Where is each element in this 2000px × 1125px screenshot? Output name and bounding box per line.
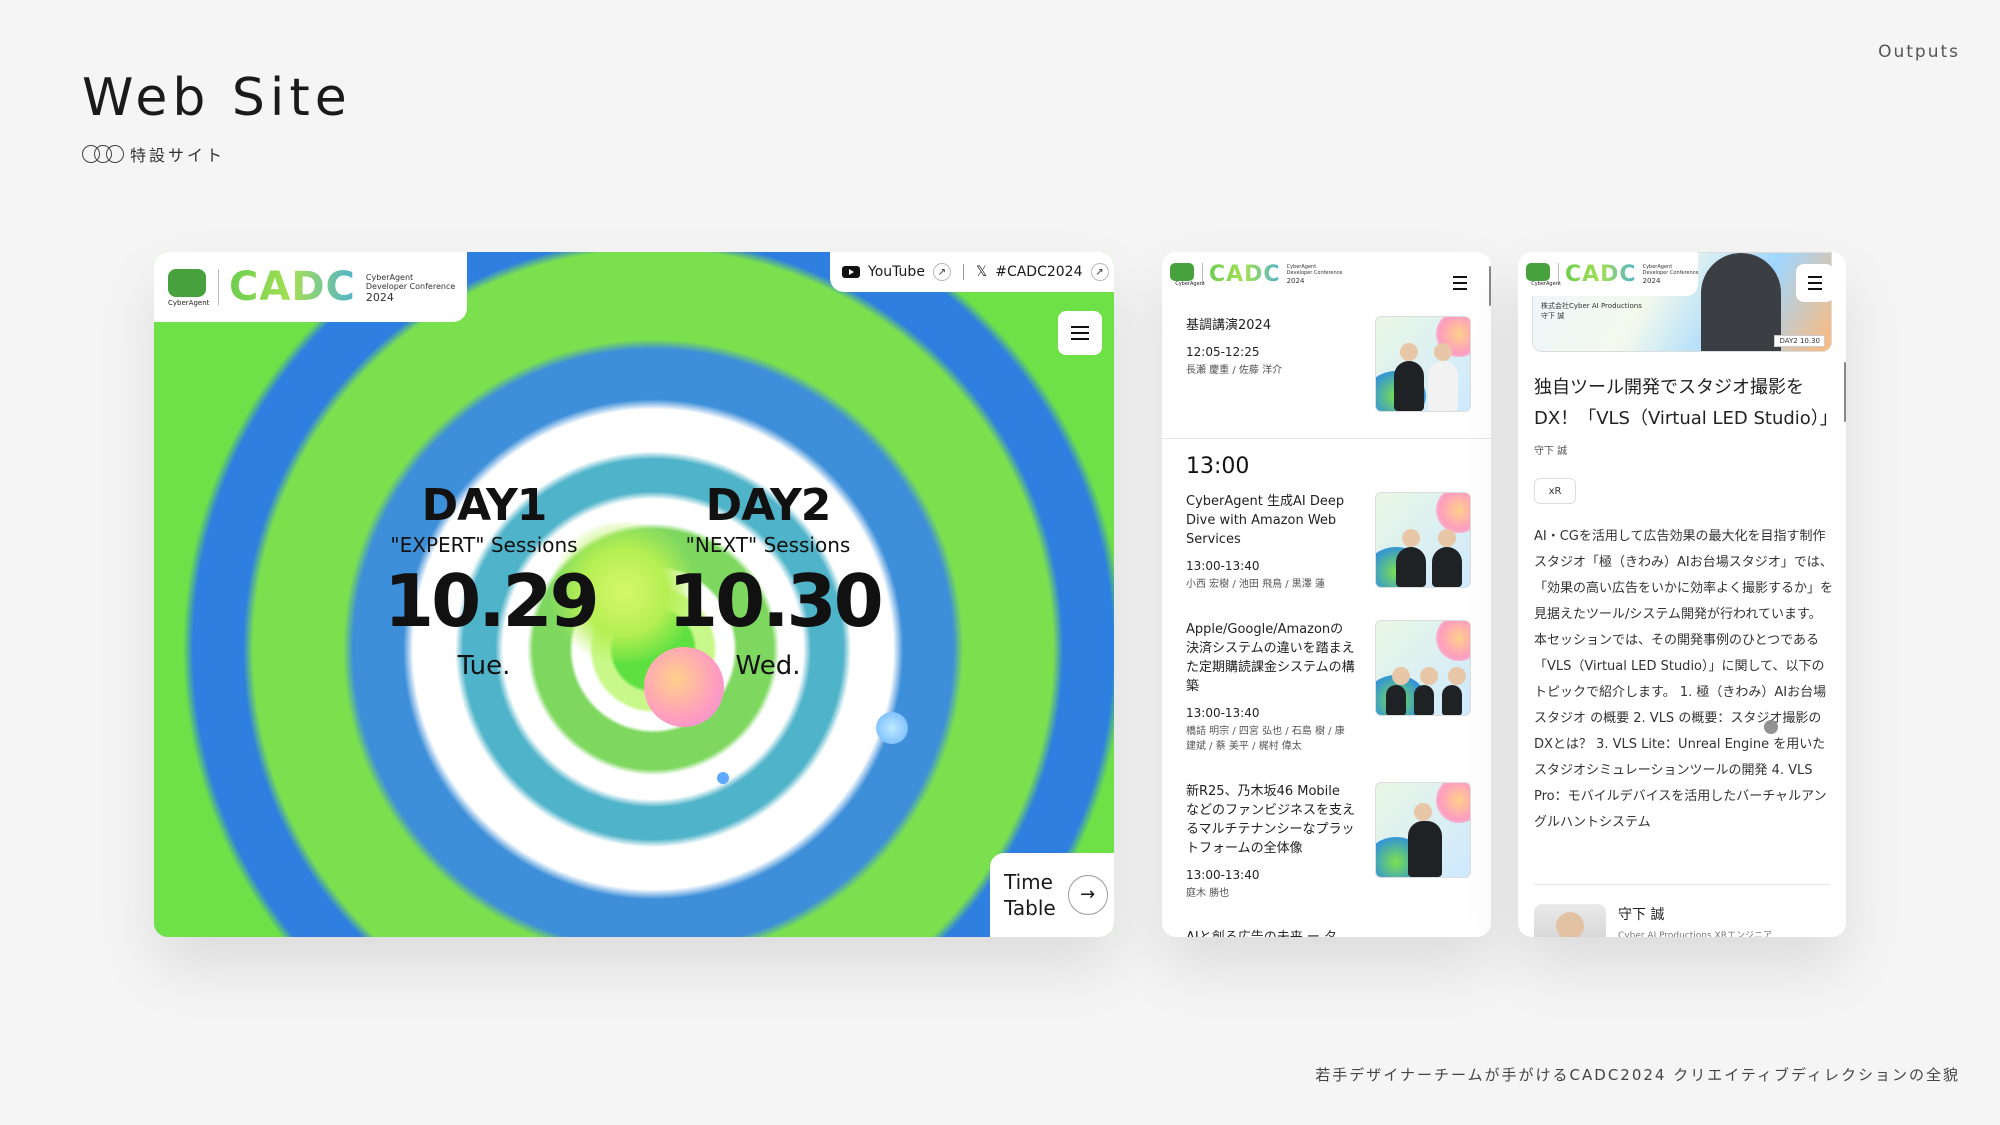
desktop-site-preview: CyberAgent CADC CyberAgent Developer Conf…	[154, 252, 1114, 937]
scrollbar[interactable]	[1844, 362, 1846, 422]
session-thumbnail	[1375, 492, 1471, 588]
session-speakers: 長瀬 慶重 / 佐藤 洋介	[1186, 365, 1283, 376]
day-date: 10.30	[668, 559, 884, 643]
youtube-icon	[842, 266, 860, 278]
external-link-icon[interactable]: ↗	[932, 263, 951, 281]
cyberagent-logo-icon: CyberAgent	[1526, 261, 1561, 287]
page-title: Web Site	[82, 68, 352, 128]
conference-name: CyberAgent Developer Conference 2024	[1642, 264, 1699, 285]
speaker-photo	[1701, 253, 1781, 351]
footer-caption: 若手デザイナーチームが手がけるCADC2024 クリエイティブディレクションの全…	[1315, 1066, 1960, 1084]
slide: Outputs Web Site 特設サイト CyberAgent CADC C…	[0, 0, 2000, 1125]
divider	[1162, 438, 1491, 439]
speaker-avatar	[1534, 904, 1606, 937]
session-item[interactable]: 新R25、乃木坂46 Mobile などのファンビジネスを支えるマルチテナンシー…	[1186, 782, 1471, 901]
conference-name: CyberAgent Developer Conference 2024	[1286, 264, 1343, 285]
article-author: 守下 誠	[1534, 446, 1568, 457]
day-weekday: Wed.	[735, 651, 801, 681]
session-title: Apple/Google/Amazonの決済システムの違いを踏まえた定期購読課金…	[1186, 622, 1355, 694]
category-tag[interactable]: xR	[1534, 478, 1576, 504]
social-links: YouTube ↗ 𝕏 #CADC2024 ↗	[830, 252, 1114, 292]
article-title: 独自ツール開発でスタジオ撮影をDX！「VLS（Virtual LED Studi…	[1534, 377, 1838, 429]
session-item[interactable]: AIと創る広告の未来 ー タ	[1186, 928, 1471, 937]
cadc-logo: CADC	[229, 264, 356, 310]
mobile-article-preview: 株式会社Cyber AI Productions 守下 誠 DAY2 10.30 …	[1518, 252, 1846, 937]
x-icon: 𝕏	[975, 264, 988, 280]
session-thumbnail	[1375, 620, 1471, 716]
session-thumbnail	[1375, 782, 1471, 878]
session-title: 新R25、乃木坂46 Mobile などのファンビジネスを支えるマルチテナンシー…	[1186, 784, 1356, 856]
arrow-right-icon: →	[1067, 875, 1108, 915]
timetable-label: Time Table	[1004, 870, 1056, 920]
scrollbar[interactable]	[1489, 266, 1491, 306]
page-subtitle: 特設サイト	[82, 142, 225, 166]
session-speakers: 小西 宏樹 / 池田 飛鳥 / 黒澤 蓮	[1186, 579, 1325, 590]
cyberagent-logo-icon: CyberAgent	[168, 267, 209, 307]
day-label: DAY1	[421, 480, 548, 531]
hamburger-menu-button[interactable]	[1058, 311, 1102, 355]
rings-icon	[82, 145, 124, 163]
session-type: "NEXT" Sessions	[685, 533, 851, 557]
day1-block: DAY1 "EXPERT" Sessions 10.29 Tue.	[384, 480, 600, 681]
cadc-logo: CADC	[1209, 261, 1281, 287]
section-label: Outputs	[1878, 42, 1960, 62]
cadc-logo: CADC	[1565, 261, 1637, 287]
cursor-dot	[1764, 720, 1778, 734]
logo-divider	[218, 269, 219, 305]
site-logo[interactable]: CyberAgent CADC CyberAgent Developer Conf…	[154, 252, 467, 322]
hero-speaker-caption: 株式会社Cyber AI Productions 守下 誠	[1541, 302, 1642, 320]
divider	[1534, 884, 1830, 885]
session-item[interactable]: 基調講演2024 12:05-12:25 長瀬 慶重 / 佐藤 洋介	[1186, 316, 1471, 412]
hero-spiral-background	[154, 252, 1114, 937]
hero-date: DAY2 10.30	[1774, 335, 1825, 347]
session-item[interactable]: Apple/Google/Amazonの決済システムの違いを踏まえた定期購読課金…	[1186, 620, 1471, 754]
small-orb-decoration	[717, 772, 729, 784]
hamburger-menu-button[interactable]	[1441, 264, 1479, 302]
timetable-button[interactable]: Time Table →	[990, 853, 1114, 937]
subtitle-text: 特設サイト	[130, 146, 226, 165]
day-label: DAY2	[705, 480, 832, 531]
speaker-name: 守下 誠	[1618, 907, 1665, 923]
cyberagent-logo-icon: CyberAgent	[1170, 261, 1205, 287]
mobile-timetable-preview: CyberAgent CADC CyberAgent Developer Conf…	[1162, 252, 1491, 937]
session-thumbnail	[1375, 316, 1471, 412]
day-weekday: Tue.	[457, 651, 511, 681]
external-link-icon[interactable]: ↗	[1090, 263, 1109, 281]
time-heading: 13:00	[1186, 454, 1250, 479]
speaker-role: Cyber AI Productions XRエンジニア	[1618, 931, 1772, 937]
session-type: "EXPERT" Sessions	[390, 533, 578, 557]
blue-orb-decoration	[876, 712, 908, 744]
mobile-site-logo[interactable]: CyberAgent CADC CyberAgent Developer Conf…	[1518, 252, 1699, 296]
day-date: 10.29	[384, 559, 600, 643]
social-divider	[962, 264, 964, 280]
session-title: 基調講演2024	[1186, 318, 1272, 333]
session-speakers: 橋詰 明宗 / 四宮 弘也 / 石島 樹 / 康 建斌 / 蔡 美平 / 梶村 …	[1186, 726, 1345, 752]
hamburger-menu-button[interactable]	[1796, 264, 1834, 302]
day2-block: DAY2 "NEXT" Sessions 10.30 Wed.	[668, 480, 884, 681]
conference-name: CyberAgent Developer Conference 2024	[365, 272, 456, 304]
session-title: AIと創る広告の未来 ー タ	[1186, 928, 1356, 937]
session-item[interactable]: CyberAgent 生成AI Deep Dive with Amazon We…	[1186, 492, 1471, 592]
hashtag-link[interactable]: #CADC2024	[995, 264, 1082, 280]
mobile-site-logo[interactable]: CyberAgent CADC CyberAgent Developer Conf…	[1162, 252, 1343, 296]
session-speakers: 庭木 勝也	[1186, 888, 1230, 899]
article-body: AI・CGを活用して広告効果の最大化を目指す制作スタジオ「極（きわみ）AIお台場…	[1534, 529, 1834, 830]
session-title: CyberAgent 生成AI Deep Dive with Amazon We…	[1186, 494, 1345, 547]
youtube-link[interactable]: YouTube	[868, 264, 925, 280]
